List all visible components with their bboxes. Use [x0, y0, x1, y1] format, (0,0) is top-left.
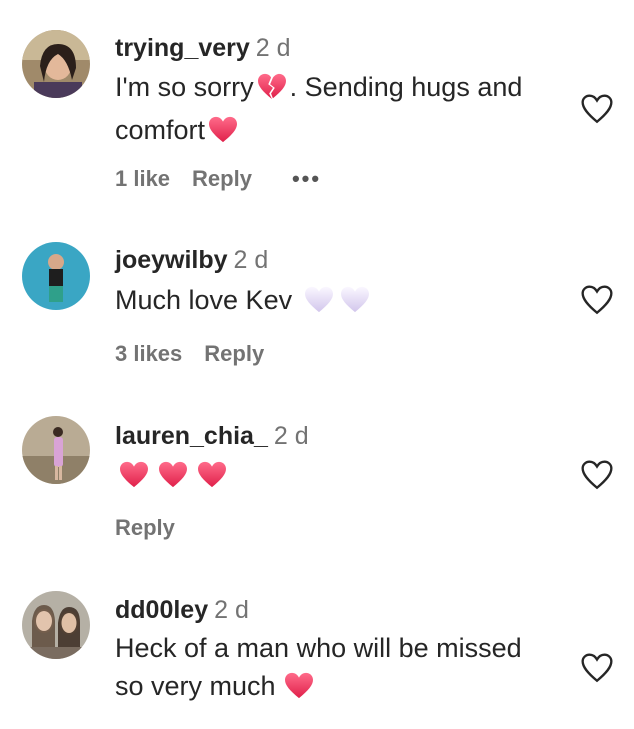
avatar[interactable]: [22, 242, 90, 310]
username[interactable]: joeywilby: [115, 246, 228, 274]
comment-text: Much love Kev: [115, 281, 575, 324]
comment-header: dd00ley 2 d: [115, 596, 249, 625]
comment-header: trying_very 2 d: [115, 34, 291, 63]
reply-button[interactable]: Reply: [115, 515, 175, 540]
comment-text: I'm so sorry . Sending hugs and comfort: [115, 68, 575, 154]
pink-heart-icon: [208, 116, 238, 154]
username[interactable]: dd00ley: [115, 596, 208, 624]
timestamp: 2 d: [255, 34, 291, 62]
avatar[interactable]: [22, 30, 90, 98]
comment-text-part: Heck of a man who will be missed: [115, 633, 522, 663]
comment-text-part: comfort: [115, 115, 206, 145]
white-heart-icon: [340, 286, 370, 324]
pink-heart-icon: [119, 461, 149, 499]
comment-text-part: so very much: [115, 671, 276, 701]
white-heart-icon: [304, 286, 334, 324]
username[interactable]: lauren_chia_: [115, 422, 268, 450]
comment-text: Heck of a man who will be missed so very…: [115, 629, 575, 710]
reply-button[interactable]: Reply: [204, 341, 264, 366]
like-heart-icon[interactable]: [580, 93, 614, 125]
timestamp: 2 d: [214, 596, 249, 624]
comment-actions: 1 like Reply •••: [115, 166, 343, 192]
like-heart-icon[interactable]: [580, 284, 614, 316]
pink-heart-icon: [197, 461, 227, 499]
like-heart-icon[interactable]: [580, 459, 614, 491]
reply-button[interactable]: Reply: [192, 166, 252, 191]
comment-header: lauren_chia_ 2 d: [115, 422, 309, 451]
avatar[interactable]: [22, 416, 90, 484]
comment-header: joeywilby 2 d: [115, 246, 268, 275]
pink-heart-icon: [158, 461, 188, 499]
more-icon[interactable]: •••: [292, 166, 321, 191]
avatar[interactable]: [22, 591, 90, 659]
comment-actions: Reply: [115, 515, 197, 541]
likes-count[interactable]: 1 like: [115, 166, 170, 191]
comment-text-part: Much love Kev: [115, 285, 293, 315]
timestamp: 2 d: [233, 246, 269, 274]
pink-heart-icon: [284, 672, 314, 710]
timestamp: 2 d: [273, 422, 309, 450]
comment-text-part: I'm so sorry: [115, 72, 254, 102]
like-heart-icon[interactable]: [580, 652, 614, 684]
username[interactable]: trying_very: [115, 34, 250, 62]
comment-actions: 3 likes Reply: [115, 341, 286, 367]
broken-heart-icon: [257, 73, 287, 111]
comment-text-part: . Sending hugs and: [289, 72, 523, 102]
likes-count[interactable]: 3 likes: [115, 341, 182, 366]
comment-text: [115, 456, 575, 499]
